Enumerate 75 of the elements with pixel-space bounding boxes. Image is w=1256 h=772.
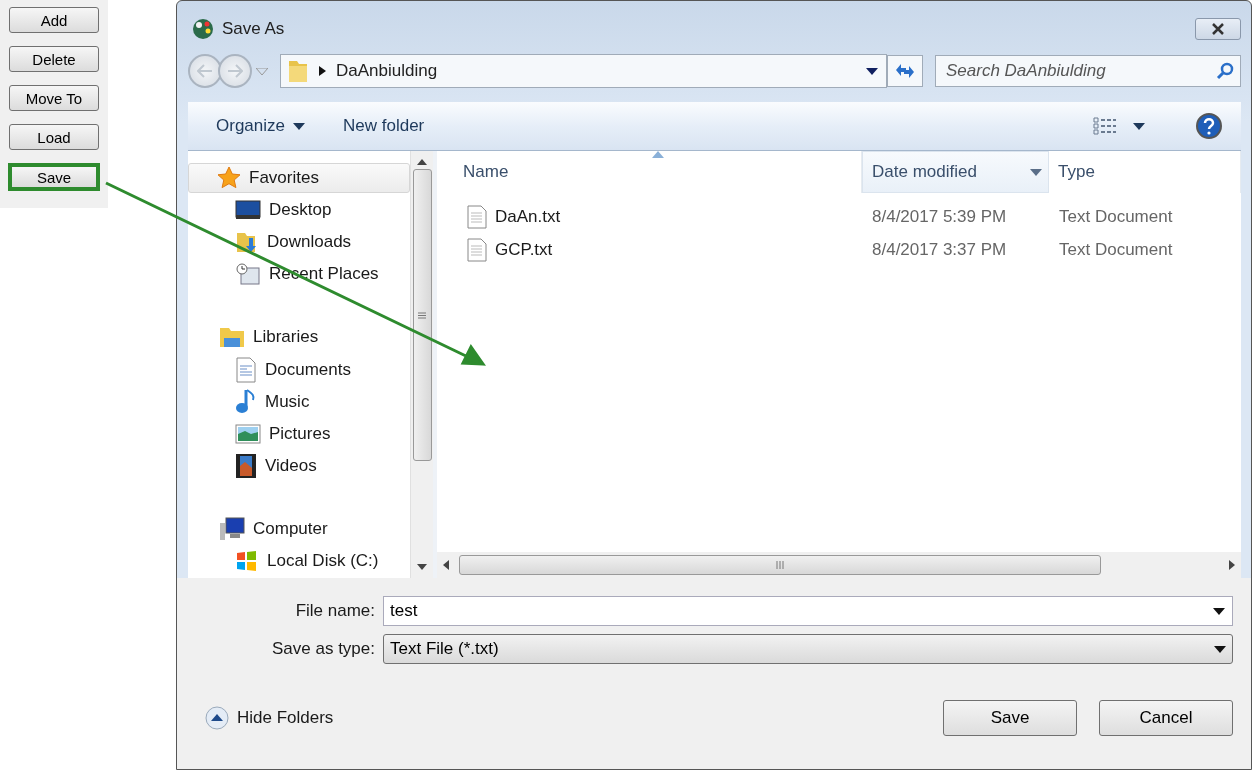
forward-button[interactable] <box>218 54 252 88</box>
file-name-field[interactable]: test <box>383 596 1233 626</box>
caret-icon <box>1030 168 1042 176</box>
caret-icon <box>1133 122 1145 130</box>
file-row[interactable]: DaAn.txt 8/4/2017 5:39 PM Text Document <box>437 200 1241 233</box>
highlighted-button[interactable]: Save <box>8 163 100 191</box>
panel-button[interactable]: Move To <box>9 85 99 111</box>
nav-group[interactable]: Favorites <box>188 163 410 194</box>
app-logo-icon <box>192 18 214 40</box>
caret-icon <box>1214 645 1226 653</box>
grip-icon <box>418 311 426 319</box>
computer-icon <box>219 516 245 541</box>
scroll-right-icon <box>1229 560 1235 570</box>
column-header[interactable]: Date modified <box>862 151 1049 193</box>
caret-icon <box>293 122 305 130</box>
document-icon <box>467 237 487 262</box>
nav-item[interactable]: Local Disk (C:) <box>190 545 410 577</box>
nav-item[interactable]: Videos <box>190 450 410 481</box>
refresh-arrows-icon <box>894 62 916 80</box>
file-type-dropdown[interactable]: Text File (*.txt) <box>383 634 1233 664</box>
desktop-icon <box>235 200 261 221</box>
details-view-icon <box>1093 116 1117 136</box>
nav-item[interactable]: Music <box>190 386 410 417</box>
scroll-up-icon <box>417 159 427 165</box>
view-options-button[interactable] <box>1091 114 1147 138</box>
folder-icon <box>287 58 309 84</box>
forward-arrow-icon <box>227 64 243 78</box>
search-field[interactable]: Search DaAnbiulding <box>935 55 1241 87</box>
panel-button[interactable]: Load <box>9 124 99 150</box>
search-icon <box>1216 62 1234 80</box>
hide-folders-button[interactable]: Hide Folders <box>195 706 334 730</box>
nav-item[interactable]: Documents <box>190 354 410 385</box>
panel-button[interactable]: Add <box>9 7 99 33</box>
caret-icon <box>1213 608 1225 615</box>
breadcrumb-arrow-icon <box>319 66 326 76</box>
nav-item[interactable]: Pictures <box>190 418 410 449</box>
recent-places-icon <box>235 262 261 287</box>
horizontal-scrollbar[interactable] <box>437 552 1241 578</box>
nav-item[interactable]: Desktop <box>190 195 410 226</box>
collapse-up-icon <box>205 706 229 730</box>
document-icon <box>235 356 257 383</box>
field-label: Save as type: <box>271 639 375 659</box>
pictures-icon <box>235 422 261 445</box>
grip-icon <box>776 561 784 569</box>
close-button[interactable] <box>1195 18 1241 40</box>
vertical-scrollbar[interactable] <box>410 151 433 578</box>
help-icon[interactable] <box>1195 112 1223 140</box>
organize-menu[interactable]: Organize <box>206 112 315 140</box>
dialog-button[interactable]: Save <box>943 700 1077 736</box>
new-folder-button[interactable]: New folder <box>333 112 435 140</box>
window-title: Save As <box>222 18 286 39</box>
document-icon <box>467 204 487 229</box>
column-header[interactable]: Type <box>1049 151 1241 193</box>
windows-logo-icon <box>235 550 259 572</box>
panel-button[interactable]: Delete <box>9 46 99 72</box>
star-icon <box>217 166 241 191</box>
dialog-button[interactable]: Cancel <box>1099 700 1233 736</box>
back-button[interactable] <box>188 54 222 88</box>
file-row[interactable]: GCP.txt 8/4/2017 3:37 PM Text Document <box>437 233 1241 266</box>
film-icon <box>235 452 257 479</box>
dropdown-caret-icon <box>256 67 268 75</box>
close-icon <box>1211 23 1225 35</box>
nav-group[interactable]: Computer <box>190 513 410 544</box>
back-arrow-icon <box>197 64 213 78</box>
music-note-icon <box>235 388 257 415</box>
scroll-thumb[interactable] <box>412 169 432 461</box>
nav-group[interactable]: Libraries <box>190 322 410 353</box>
scroll-down-icon <box>417 564 427 570</box>
address-bar[interactable]: DaAnbiulding <box>280 54 887 88</box>
field-label: File name: <box>294 601 375 621</box>
refresh-button[interactable] <box>887 55 923 87</box>
libraries-icon <box>219 326 245 349</box>
caret-icon <box>866 67 878 75</box>
scroll-thumb[interactable] <box>459 555 1101 575</box>
scroll-left-icon <box>443 560 449 570</box>
